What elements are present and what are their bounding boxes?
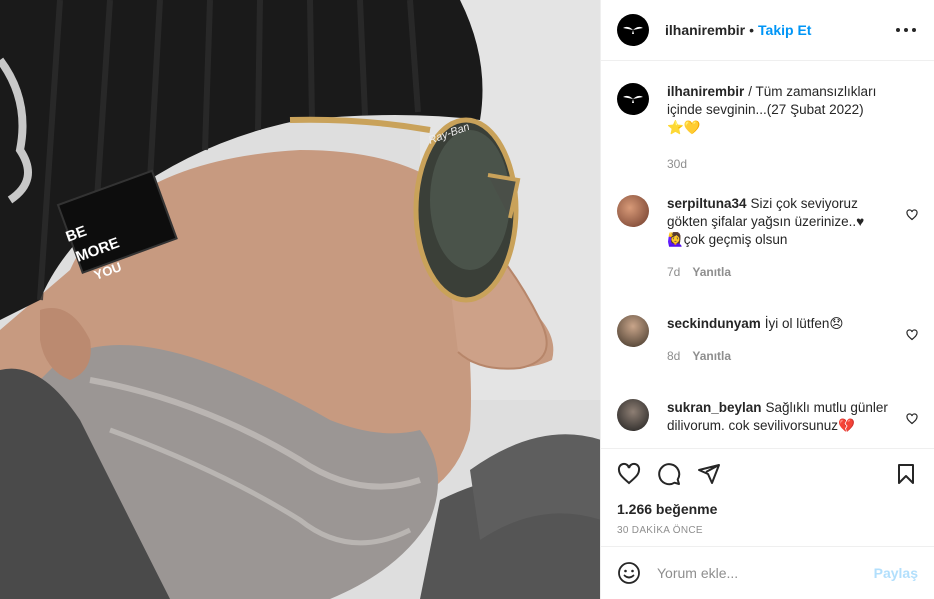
follow-button[interactable]: Takip Et <box>758 22 811 38</box>
like-button[interactable] <box>617 462 641 486</box>
comment-age: 7d <box>667 265 681 279</box>
author-username[interactable]: ilhanirembir <box>665 22 745 38</box>
likes-count[interactable]: 1.266 beğenme <box>601 498 934 520</box>
caption: ilhanirembir / Tüm zamansızlıkları içinde… <box>617 83 918 173</box>
post-photo[interactable]: BE MORE YOU Ray-Ban <box>0 0 601 599</box>
smiley-icon <box>618 562 640 584</box>
comment-item: sukran_beylan Sağlıklı mutlu günler diliv… <box>617 399 918 435</box>
comment-text: İyi ol lütfen😞 <box>764 316 844 331</box>
share-button[interactable] <box>697 462 721 486</box>
paper-plane-icon <box>698 463 720 484</box>
bird-logo-icon <box>623 95 643 103</box>
save-button[interactable] <box>894 462 918 486</box>
comments-list[interactable]: ilhanirembir / Tüm zamansızlıkları içinde… <box>601 61 934 448</box>
comment-username[interactable]: seckindunyam <box>667 316 761 331</box>
comment-meta: 8d Yanıtla <box>667 347 892 365</box>
comment-like-icon[interactable] <box>906 413 918 425</box>
comment-username[interactable]: serpiltuna34 <box>667 196 747 211</box>
comment-input[interactable] <box>657 565 874 581</box>
comment-item: seckindunyam İyi ol lütfen😞 8d Yanıtla <box>617 315 918 365</box>
bookmark-icon <box>898 463 914 484</box>
comment-like-icon[interactable] <box>906 329 918 341</box>
commenter-avatar[interactable] <box>617 195 649 227</box>
caption-age: 30d <box>667 157 688 171</box>
caption-username[interactable]: ilhanirembir <box>667 84 744 99</box>
comment-bubble-icon <box>658 462 681 485</box>
caption-meta: 30d <box>667 155 907 173</box>
comment-body: serpiltuna34 Sizi çok seviyoruz gökten şi… <box>667 195 892 281</box>
photo-illustration: BE MORE YOU Ray-Ban <box>0 0 600 599</box>
header-separator: • <box>749 22 755 38</box>
post-actions <box>601 448 934 498</box>
comment-body: seckindunyam İyi ol lütfen😞 8d Yanıtla <box>667 315 892 365</box>
caption-emojis: ⭐💛 <box>667 120 701 135</box>
caption-body: ilhanirembir / Tüm zamansızlıkları içinde… <box>667 83 907 173</box>
caption-avatar[interactable] <box>617 83 649 115</box>
bird-logo-icon <box>623 26 643 34</box>
add-comment-bar: Paylaş <box>601 546 934 599</box>
comment-item: serpiltuna34 Sizi çok seviyoruz gökten şi… <box>617 195 918 281</box>
comment-age: 8d <box>667 349 681 363</box>
reply-button[interactable]: Yanıtla <box>692 263 731 281</box>
post-modal: BE MORE YOU Ray-Ban ilhanirembir • Takip… <box>0 0 934 599</box>
author-avatar[interactable] <box>617 14 649 46</box>
commenter-avatar[interactable] <box>617 399 649 431</box>
reply-button[interactable]: Yanıtla <box>692 347 731 365</box>
commenter-avatar[interactable] <box>617 315 649 347</box>
post-header: ilhanirembir • Takip Et <box>601 0 934 61</box>
comment-button[interactable] <box>657 462 681 486</box>
comment-username[interactable]: sukran_beylan <box>667 400 762 415</box>
ellipsis-icon <box>896 28 916 32</box>
post-side-panel: ilhanirembir • Takip Et ilhanirembir / T… <box>601 0 934 599</box>
more-options-button[interactable] <box>894 18 918 42</box>
comment-body: sukran_beylan Sağlıklı mutlu günler diliv… <box>667 399 892 435</box>
comment-meta: 7d Yanıtla <box>667 263 892 281</box>
post-comment-button[interactable]: Paylaş <box>874 565 918 581</box>
emoji-button[interactable] <box>617 561 641 585</box>
comment-text-line2: 🙋‍♀️çok geçmiş olsun <box>667 232 788 247</box>
heart-icon <box>617 462 641 484</box>
comment-like-icon[interactable] <box>906 209 918 221</box>
post-time[interactable]: 30 DAKİKA ÖNCE <box>601 520 934 546</box>
